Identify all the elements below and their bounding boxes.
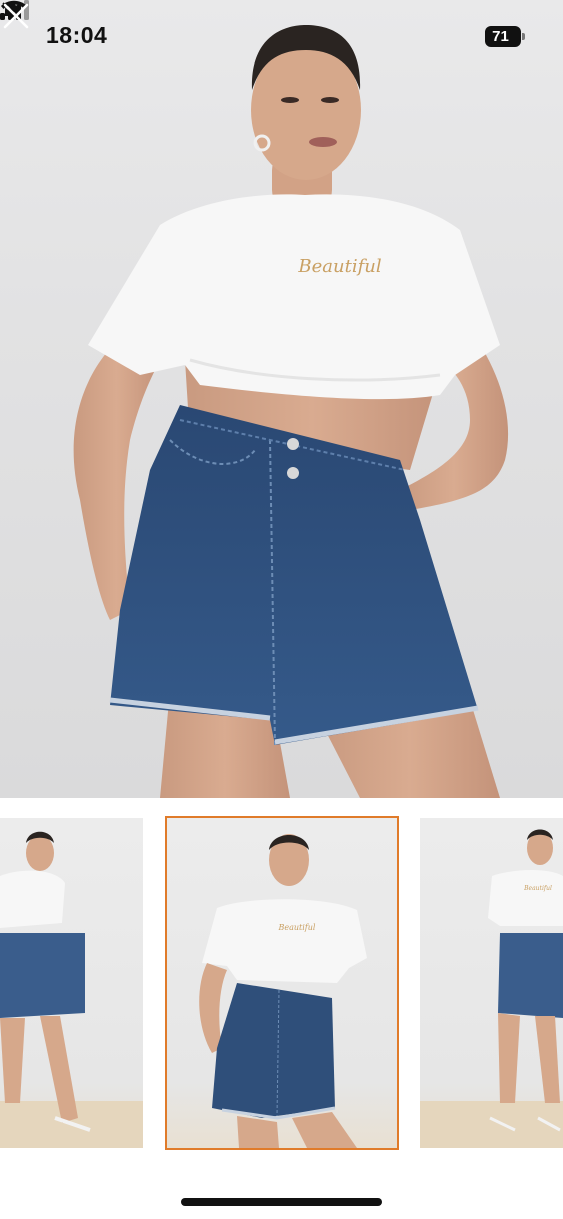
svg-text:Beautiful: Beautiful <box>278 923 316 932</box>
svg-text:Beautiful: Beautiful <box>523 885 552 892</box>
battery-icon: 71 <box>485 26 525 47</box>
tshirt-print: Beautiful <box>297 256 381 277</box>
thumbnail-1-image <box>0 831 143 1148</box>
thumbnail-2-image: Beautiful <box>199 834 367 1148</box>
home-indicator[interactable] <box>181 1198 382 1206</box>
thumbnail-strip[interactable]: Beautiful Beautiful <box>0 816 563 1150</box>
thumbnail-1[interactable] <box>0 818 143 1148</box>
close-icon[interactable] <box>0 0 32 32</box>
thumbnail-2[interactable]: Beautiful <box>165 816 399 1150</box>
battery-level: 71 <box>492 28 509 45</box>
main-product-image[interactable]: Beautiful 18:04 71 <box>0 0 563 798</box>
status-time: 18:04 <box>46 22 108 48</box>
status-bar: 18:04 71 <box>0 0 563 72</box>
thumbnail-3[interactable]: Beautiful <box>420 818 563 1148</box>
main-image-illustration: Beautiful <box>73 25 509 798</box>
thumbnail-3-image: Beautiful <box>420 829 563 1148</box>
